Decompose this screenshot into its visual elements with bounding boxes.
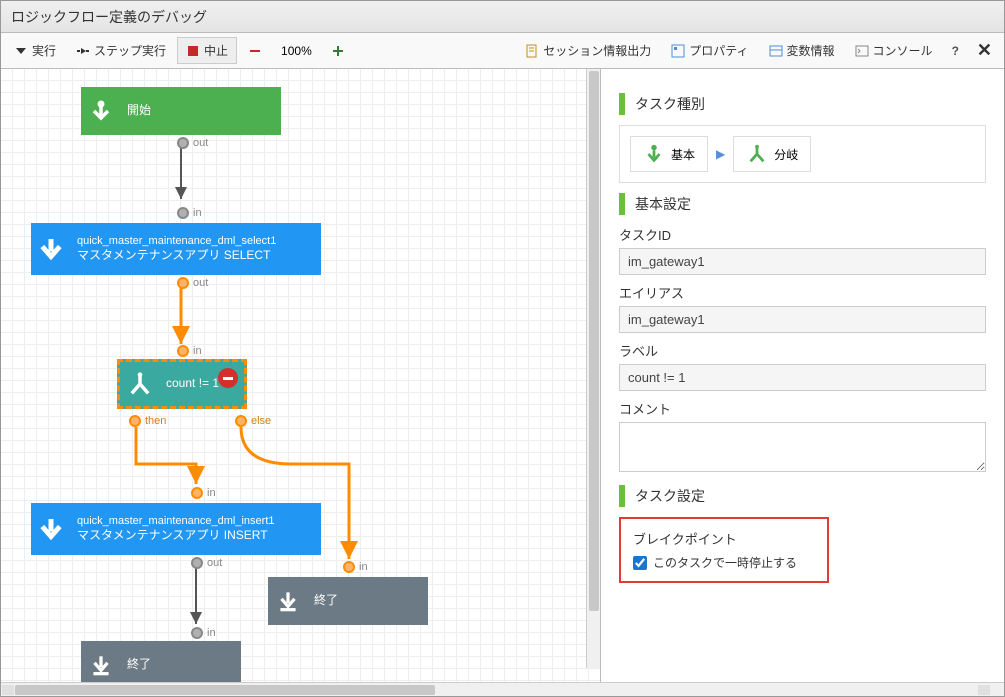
chevron-right-icon: ▶ <box>716 147 725 161</box>
varinfo-button[interactable]: 変数情報 <box>760 37 844 64</box>
node-select-label: マスタメンテナンスアプリ SELECT <box>77 248 270 262</box>
port-else[interactable]: else <box>235 415 271 427</box>
down-arrow-icon <box>81 641 121 682</box>
type-chip-branch[interactable]: 分岐 <box>733 136 811 172</box>
scrollbar-vertical[interactable] <box>586 69 600 668</box>
task-type-row: 基本 ▶ 分岐 <box>619 125 986 183</box>
stop-button[interactable]: 中止 <box>177 37 237 64</box>
property-label: プロパティ <box>689 42 748 59</box>
section-task-type: タスク種別 <box>619 93 986 115</box>
comment-textarea[interactable] <box>619 422 986 472</box>
run-button[interactable]: 実行 <box>5 37 65 64</box>
flow-canvas[interactable]: 開始 out in quick_master_maintenance_dml_s… <box>1 69 601 682</box>
help-button[interactable]: ? <box>944 40 967 62</box>
down-arrow-icon <box>31 223 71 275</box>
breakpoint-header: ブレイクポイント <box>633 529 815 548</box>
play-down-icon <box>14 44 28 58</box>
stop-icon <box>186 44 200 58</box>
node-select-id: quick_master_maintenance_dml_select1 <box>77 234 315 248</box>
main-area: 開始 out in quick_master_maintenance_dml_s… <box>1 69 1004 682</box>
stop-label: 中止 <box>204 42 228 59</box>
port-then[interactable]: then <box>129 415 166 427</box>
port-in[interactable]: in <box>177 345 202 357</box>
breakpoint-checkbox[interactable] <box>633 556 647 570</box>
section-basic-settings: 基本設定 <box>619 193 986 215</box>
property-button[interactable]: プロパティ <box>662 37 757 64</box>
flow-node-branch[interactable]: count != 1 <box>117 359 247 409</box>
branch-icon <box>120 362 160 406</box>
scrollbar-horizontal[interactable] <box>1 682 1004 696</box>
variable-icon <box>769 44 783 58</box>
flow-node-start[interactable]: 開始 <box>81 87 281 135</box>
property-panel: タスク種別 基本 ▶ 分岐 基本設定 タスクID エイリアス ラベル コメ <box>601 69 1004 682</box>
alias-label: エイリアス <box>619 283 986 302</box>
close-button[interactable]: ✕ <box>969 38 1000 63</box>
down-arrow-icon <box>268 577 308 625</box>
session-output-label: セッション情報出力 <box>543 42 651 59</box>
main-toolbar: 実行 ステップ実行 中止 100% セッション情報出力 プロパティ <box>1 33 1004 69</box>
node-insert-label: マスタメンテナンスアプリ INSERT <box>77 528 268 542</box>
varinfo-label: 変数情報 <box>787 42 835 59</box>
port-in[interactable]: in <box>343 561 368 573</box>
alias-input[interactable] <box>619 306 986 333</box>
console-label: コンソール <box>873 42 933 59</box>
port-in[interactable]: in <box>177 207 202 219</box>
minus-icon <box>248 44 262 58</box>
property-icon <box>671 44 685 58</box>
label-input[interactable] <box>619 364 986 391</box>
step-button[interactable]: ステップ実行 <box>67 37 175 64</box>
plus-icon <box>331 44 345 58</box>
node-end-label: 終了 <box>127 657 151 671</box>
step-label: ステップ実行 <box>94 42 166 59</box>
flow-node-end[interactable]: 終了 <box>268 577 428 625</box>
task-id-label: タスクID <box>619 225 986 244</box>
document-icon <box>525 44 539 58</box>
type-branch-label: 分岐 <box>774 146 798 163</box>
port-out[interactable]: out <box>177 277 208 289</box>
task-id-input[interactable] <box>619 248 986 275</box>
type-chip-basic[interactable]: 基本 <box>630 136 708 172</box>
breakpoint-badge[interactable] <box>218 368 238 388</box>
down-arrow-icon <box>81 87 121 135</box>
node-branch-label: count != 1 <box>166 376 219 390</box>
section-task-settings: タスク設定 <box>619 485 986 507</box>
node-start-label: 開始 <box>127 103 151 117</box>
node-end-label: 終了 <box>314 593 338 607</box>
flow-node-end[interactable]: 終了 <box>81 641 241 682</box>
run-label: 実行 <box>32 42 56 59</box>
flow-node-insert[interactable]: quick_master_maintenance_dml_insert1 マスタ… <box>31 503 321 555</box>
port-out[interactable]: out <box>177 137 208 149</box>
down-arrow-icon <box>31 503 71 555</box>
step-icon <box>76 44 90 58</box>
breakpoint-box: ブレイクポイント このタスクで一時停止する <box>619 517 829 583</box>
flow-node-select[interactable]: quick_master_maintenance_dml_select1 マスタ… <box>31 223 321 275</box>
console-button[interactable]: コンソール <box>846 37 942 64</box>
label-label: ラベル <box>619 341 986 360</box>
down-arrow-icon <box>643 143 665 165</box>
window-title: ロジックフロー定義のデバッグ <box>1 1 1004 33</box>
plus-button[interactable] <box>322 39 354 63</box>
type-basic-label: 基本 <box>671 146 695 163</box>
port-in[interactable]: in <box>191 487 216 499</box>
console-icon <box>855 44 869 58</box>
session-output-button[interactable]: セッション情報出力 <box>516 37 660 64</box>
minus-button[interactable] <box>239 39 271 63</box>
zoom-level: 100% <box>273 44 320 58</box>
comment-label: コメント <box>619 399 986 418</box>
node-insert-id: quick_master_maintenance_dml_insert1 <box>77 514 315 528</box>
branch-icon <box>746 143 768 165</box>
breakpoint-checkbox-label[interactable]: このタスクで一時停止する <box>633 554 815 571</box>
port-out[interactable]: out <box>191 557 222 569</box>
breakpoint-text: このタスクで一時停止する <box>653 554 797 571</box>
port-in[interactable]: in <box>191 627 216 639</box>
